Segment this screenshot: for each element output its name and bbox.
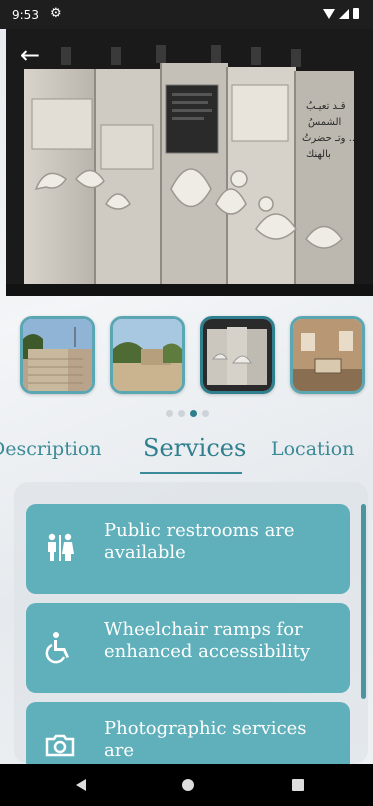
nav-home-icon[interactable] (182, 779, 194, 791)
tab-location[interactable]: Location (271, 438, 354, 460)
active-tab-underline (140, 472, 242, 474)
system-nav-bar (0, 764, 373, 806)
nav-recents-icon[interactable] (292, 779, 304, 791)
exhibition-photo: قـد تعيـبُ الشمسُ وتـ حضرتُ .. بالهنك (6, 29, 373, 296)
tab-services[interactable]: Services (143, 434, 246, 462)
service-text-photography: Photographic services are (104, 718, 307, 761)
settings-gear-icon: ⚙ (50, 6, 62, 21)
pagination-dot-active[interactable] (190, 410, 197, 417)
hero-calligraphy-4: بالهنك (306, 149, 331, 160)
gallery-thumbnails (0, 316, 373, 396)
service-card-restrooms: Public restrooms are available (26, 504, 350, 594)
pagination-dot[interactable] (202, 410, 209, 417)
thumbnail-building-garden[interactable] (110, 316, 185, 394)
service-card-wheelchair: Wheelchair ramps for enhanced accessibil… (26, 603, 350, 693)
thumbnail-stairs-trees[interactable] (20, 316, 95, 394)
status-icons (323, 8, 359, 19)
service-text-wheelchair: Wheelchair ramps for enhanced accessibil… (104, 619, 311, 662)
back-arrow-icon[interactable]: ← (20, 41, 52, 73)
scrollbar-thumb[interactable] (361, 504, 366, 699)
thumbnail-exhibition-panels[interactable] (200, 316, 275, 394)
status-bar: 9:53 ⚙ (0, 0, 373, 29)
camera-icon (42, 728, 78, 764)
hero-calligraphy-2: الشمسُ (308, 117, 341, 128)
hero-calligraphy-3: وتـ حضرتُ .. (302, 133, 355, 144)
tab-description[interactable]: Description (0, 438, 102, 460)
pagination-dot[interactable] (178, 410, 185, 417)
tab-bar: Description Services Location (0, 434, 373, 474)
pagination-dot[interactable] (166, 410, 173, 417)
wifi-icon (323, 8, 335, 19)
signal-icon (339, 8, 349, 19)
restroom-icon (42, 530, 78, 566)
service-card-photography: Photographic services are (26, 702, 350, 764)
thumbnail-interior-room[interactable] (290, 316, 365, 394)
hero-calligraphy-1: قـد تعيـبُ (306, 101, 346, 112)
services-panel[interactable]: Public restrooms are available Wheelchai… (14, 482, 368, 764)
service-text-restrooms: Public restrooms are available (104, 520, 295, 563)
status-time: 9:53 (12, 8, 39, 22)
pagination-dots (166, 410, 209, 417)
battery-icon (353, 8, 359, 19)
wheelchair-icon (42, 629, 78, 665)
nav-back-icon[interactable] (76, 779, 86, 791)
hero-image: قـد تعيـبُ الشمسُ وتـ حضرتُ .. بالهنك ← (6, 29, 373, 296)
